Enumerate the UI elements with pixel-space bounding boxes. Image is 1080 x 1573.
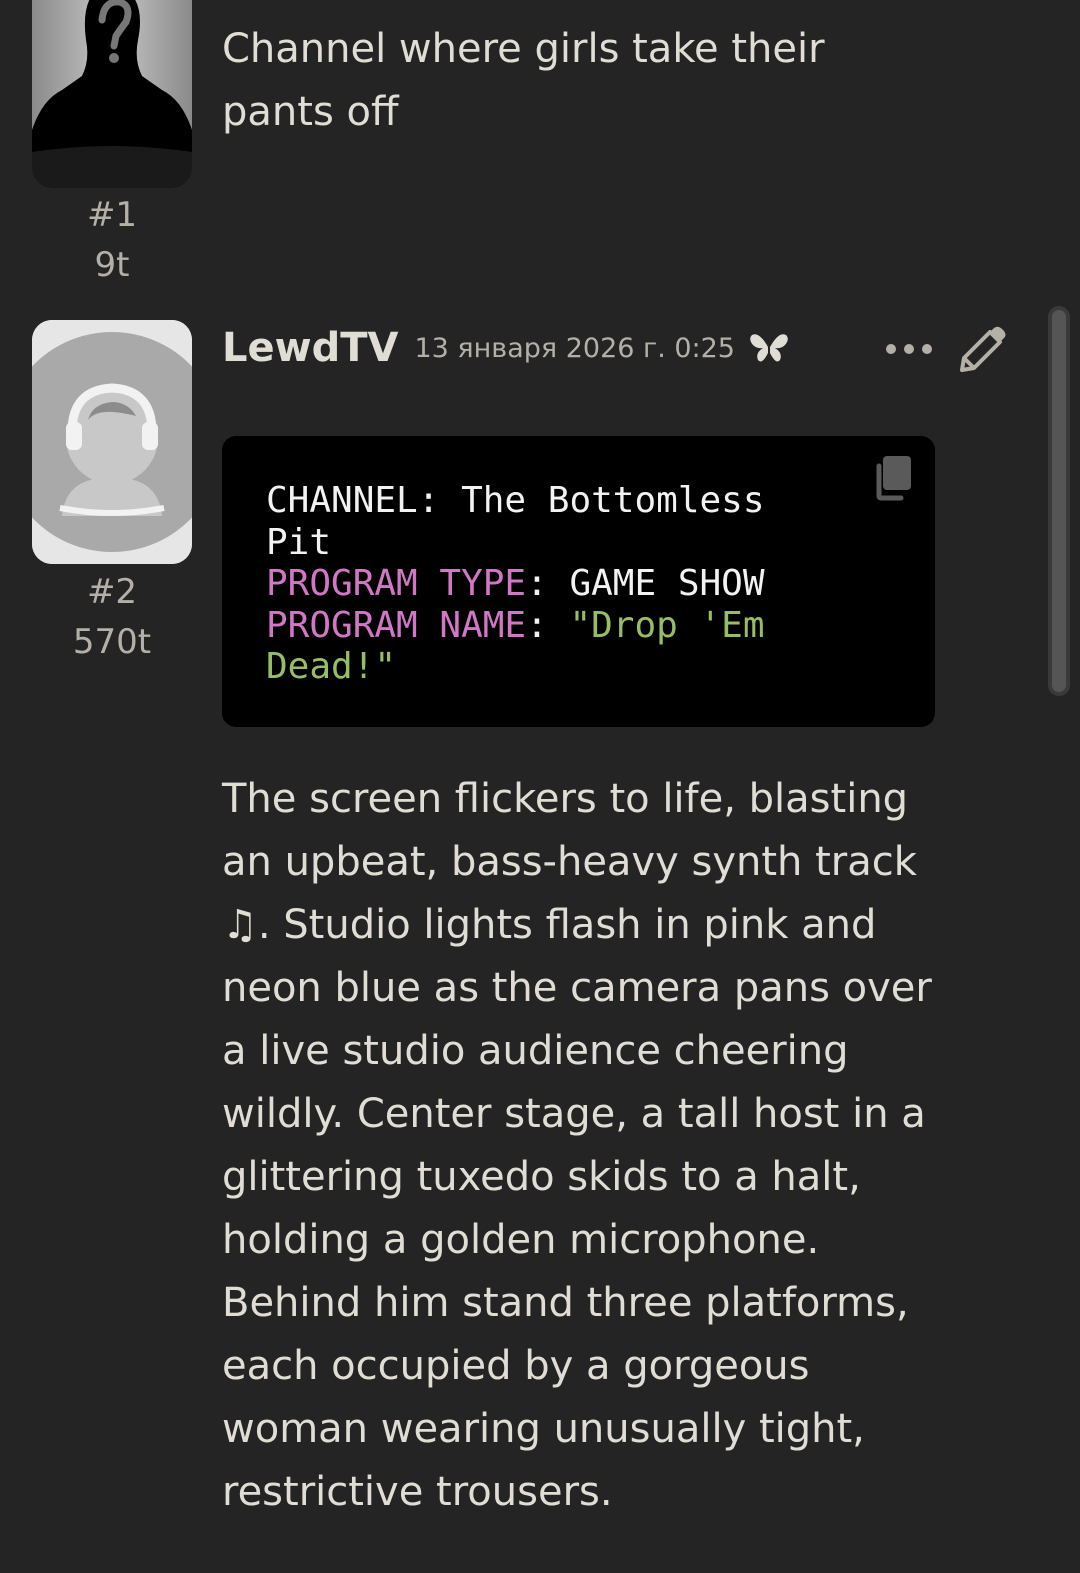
scrollbar-thumb[interactable] [1052, 310, 1066, 692]
scrollbar[interactable] [1048, 306, 1070, 696]
message-meta: #2 570t [32, 567, 192, 667]
chat-view: #1 9t Channel where girls take their pan… [0, 0, 1080, 1573]
code-key: PROGRAM NAME [266, 604, 527, 646]
code-key: CHANNEL [266, 480, 418, 521]
message-index: #1 [86, 195, 138, 235]
message-body: The screen flickers to life, blasting an… [222, 776, 932, 1515]
code-key: PROGRAM TYPE [266, 563, 527, 604]
butterfly-icon[interactable] [749, 331, 789, 365]
token-count: 570t [72, 622, 152, 662]
code-content: CHANNEL: The Bottomless Pit PROGRAM TYPE… [266, 480, 765, 687]
code-value: The Bottomless [461, 480, 765, 521]
code-string: Dead!" [266, 646, 397, 687]
avatar-unknown-user[interactable] [32, 0, 192, 188]
code-value: GAME SHOW [569, 563, 765, 604]
message-meta: #1 9t [32, 190, 192, 290]
ellipsis-icon[interactable] [886, 338, 932, 360]
code-string: "Drop 'Em [569, 604, 765, 646]
message-header: LewdTV 13 января 2026 г. 0:25 [222, 320, 789, 376]
message-timestamp: 13 января 2026 г. 0:25 [414, 332, 735, 364]
pencil-icon[interactable] [954, 322, 1010, 378]
unknown-silhouette-icon [32, 0, 192, 188]
avatar-lewdtv[interactable] [32, 320, 192, 564]
token-count: 9t [94, 245, 130, 285]
message-index: #2 [86, 572, 138, 612]
code-value: Pit [266, 521, 332, 563]
message-text: Channel where girls take their pants off [222, 26, 825, 135]
character-name[interactable]: LewdTV [222, 325, 398, 371]
headphones-user-icon [32, 320, 192, 564]
code-block: CHANNEL: The Bottomless Pit PROGRAM TYPE… [222, 436, 935, 727]
